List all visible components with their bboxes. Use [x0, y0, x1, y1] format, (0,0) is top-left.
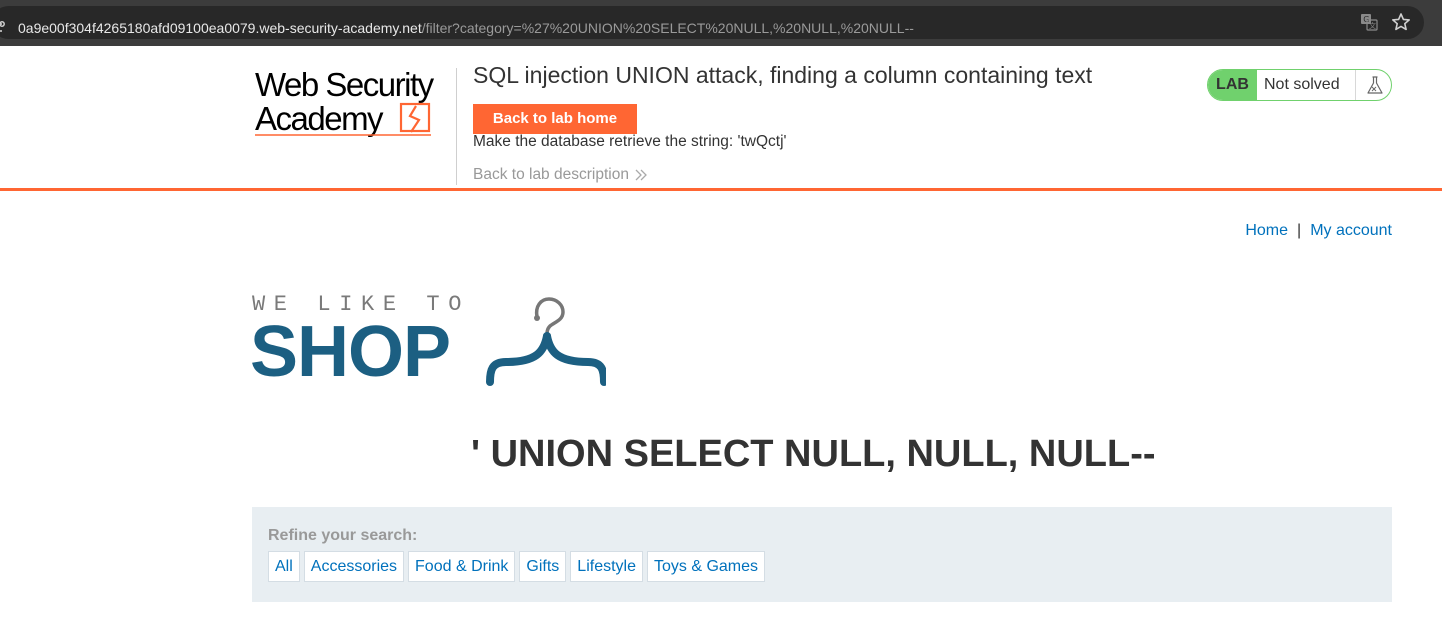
filter-lifestyle[interactable]: Lifestyle: [570, 551, 643, 582]
logo-line1: Web Security: [255, 66, 435, 103]
top-nav-links: Home | My account: [1245, 222, 1392, 240]
back-to-lab-description-link[interactable]: Back to lab description: [473, 166, 647, 184]
hanger-icon: [486, 297, 606, 386]
filter-panel: Refine your search: All Accessories Food…: [252, 507, 1392, 602]
back-to-lab-home-button[interactable]: Back to lab home: [473, 104, 637, 134]
shop-logo-word: SHOP: [250, 312, 451, 392]
lab-objective: Make the database retrieve the string: '…: [473, 133, 787, 150]
url-path: /filter?category=%27%20UNION%20SELECT%20…: [421, 20, 914, 36]
lab-status-text: Not solved: [1264, 76, 1340, 93]
translate-icon[interactable]: G 文: [1360, 13, 1378, 31]
svg-text:文: 文: [1369, 21, 1376, 30]
site-info-icon[interactable]: [0, 20, 6, 36]
results-heading: ' UNION SELECT NULL, NULL, NULL--: [471, 433, 1156, 475]
header-divider: [456, 68, 457, 185]
nav-separator: |: [1297, 222, 1302, 239]
star-icon[interactable]: [1391, 12, 1411, 32]
address-bar[interactable]: 0a9e00f304f4265180afd09100ea0079.web-sec…: [0, 6, 1424, 39]
back-to-lab-description-label: Back to lab description: [473, 166, 629, 183]
filter-gifts[interactable]: Gifts: [519, 551, 567, 582]
shop-logo[interactable]: WE LIKE TO SHOP: [250, 292, 611, 392]
home-link[interactable]: Home: [1245, 222, 1288, 239]
filter-accessories[interactable]: Accessories: [303, 551, 405, 582]
academy-lab-header: Web Security Academy SQL injection UNION…: [0, 46, 1442, 191]
category-filter-list: All Accessories Food & Drink Gifts Lifes…: [268, 551, 766, 582]
lab-title: SQL injection UNION attack, finding a co…: [473, 62, 1093, 88]
lab-badge: LAB: [1208, 70, 1257, 100]
browser-toolbar: 0a9e00f304f4265180afd09100ea0079.web-sec…: [0, 0, 1442, 46]
url-host: 0a9e00f304f4265180afd09100ea0079.web-sec…: [18, 20, 422, 36]
lab-status-widget: LAB Not solved: [1207, 69, 1392, 101]
refine-search-label: Refine your search:: [268, 527, 418, 544]
double-chevron-right-icon: [635, 169, 647, 181]
filter-all[interactable]: All: [268, 551, 300, 582]
filter-toys-games[interactable]: Toys & Games: [647, 551, 766, 582]
logo-line2: Academy: [255, 100, 384, 137]
web-security-academy-logo[interactable]: Web Security Academy: [253, 66, 453, 138]
my-account-link[interactable]: My account: [1310, 222, 1392, 239]
flask-icon: [1367, 76, 1383, 94]
lab-status-divider: [1355, 70, 1356, 100]
url-text[interactable]: 0a9e00f304f4265180afd09100ea0079.web-sec…: [18, 20, 914, 36]
filter-food-drink[interactable]: Food & Drink: [408, 551, 516, 582]
